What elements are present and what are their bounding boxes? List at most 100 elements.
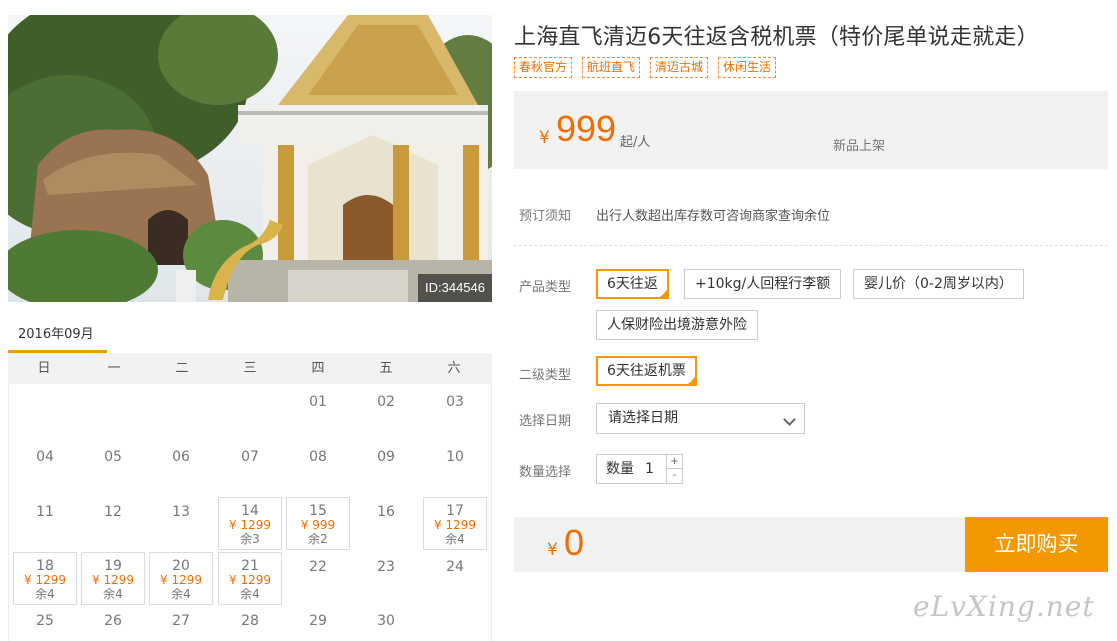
- day-number: 13: [172, 504, 190, 520]
- day-remaining: 余3: [240, 532, 260, 546]
- divider: [514, 245, 1108, 246]
- decrement-button[interactable]: -: [666, 469, 682, 483]
- day-number: 01: [309, 394, 327, 410]
- day-number: 05: [104, 449, 122, 465]
- day-number: 19: [104, 558, 122, 574]
- quantity-stepper: 数量 1 + -: [596, 454, 683, 484]
- new-listing-label: 新品上架: [833, 139, 886, 154]
- weekday-label: 一: [107, 361, 121, 376]
- calendar-day: 27: [149, 603, 213, 641]
- calendar-day: 29: [286, 603, 350, 641]
- option-label: 6天往返: [607, 276, 658, 292]
- product-type-option-insurance[interactable]: 人保财险出境游意外险: [596, 310, 758, 340]
- day-number: 06: [172, 449, 190, 465]
- day-number: 21: [241, 558, 259, 574]
- calendar-day: 16: [354, 494, 418, 547]
- day-number: 18: [36, 558, 54, 574]
- price-amount: 999: [556, 108, 617, 149]
- selected-check-icon: ✓: [660, 289, 667, 298]
- product-type-option-luggage[interactable]: +10kg/人回程行李额: [684, 269, 842, 299]
- calendar-day: 04: [13, 439, 77, 492]
- day-number: 28: [241, 613, 259, 629]
- calendar-day: 01: [286, 384, 350, 437]
- calendar-day: 11: [13, 494, 77, 547]
- option-label: 6天往返机票: [607, 363, 686, 379]
- booking-notice-text: 出行人数超出库存数可咨询商家查询余位: [596, 209, 831, 224]
- buy-now-button[interactable]: 立即购买: [965, 517, 1108, 572]
- calendar-day: 12: [81, 494, 145, 547]
- day-price: ¥ 999: [300, 518, 336, 532]
- calendar-day-available[interactable]: 17 ¥ 1299 余4: [423, 497, 487, 550]
- calendar-weekday-header: 日一二三四五六: [8, 353, 492, 384]
- product-type-option-6day[interactable]: 6天往返 ✓: [596, 269, 669, 299]
- calendar-day: 28: [218, 603, 282, 641]
- weekday-label: 六: [447, 361, 461, 376]
- day-price: ¥ 1299: [434, 518, 476, 532]
- day-remaining: 余2: [308, 532, 328, 546]
- date-select[interactable]: 请选择日期: [596, 403, 805, 434]
- day-number: 12: [104, 504, 122, 520]
- day-remaining: 余4: [240, 587, 260, 601]
- product-tag: 清迈古城: [650, 57, 709, 78]
- day-number: 20: [172, 558, 190, 574]
- calendar-day-available[interactable]: 15 ¥ 999 余2: [286, 497, 350, 550]
- product-type-option-infant[interactable]: 婴儿价（0-2周岁以内）: [853, 269, 1024, 299]
- chevron-down-icon: [783, 413, 796, 426]
- weekday-label: 三: [243, 361, 257, 376]
- calendar-month-tab[interactable]: 2016年09月: [18, 323, 94, 342]
- calendar-day-available[interactable]: 18 ¥ 1299 余4: [13, 552, 77, 605]
- day-number: 08: [309, 449, 327, 465]
- calendar-grid: 01 02 03 04 05 06 07 08 09 10 11 12 13 14 ¥ 1299 余3 15 ¥ …: [8, 384, 492, 641]
- day-number: 04: [36, 449, 54, 465]
- calendar-day: 22: [286, 549, 350, 602]
- calendar-day-available[interactable]: 19 ¥ 1299 余4: [81, 552, 145, 605]
- day-number: 16: [377, 504, 395, 520]
- day-number: 24: [446, 559, 464, 575]
- product-type-label: 产品类型: [519, 280, 572, 295]
- calendar-day-available[interactable]: 20 ¥ 1299 余4: [149, 552, 213, 605]
- day-price: ¥ 1299: [229, 518, 271, 532]
- day-number: 23: [377, 559, 395, 575]
- calendar-day: 30: [354, 603, 418, 641]
- quantity-input[interactable]: 1: [645, 455, 654, 483]
- price-panel: ¥ 999 起/人 新品上架: [514, 91, 1108, 169]
- day-number: 14: [241, 503, 259, 519]
- calendar-day-available[interactable]: 14 ¥ 1299 余3: [218, 497, 282, 550]
- day-number: 09: [377, 449, 395, 465]
- date-placeholder: 请选择日期: [608, 410, 678, 426]
- calendar-day: 24: [423, 549, 487, 602]
- date-label: 选择日期: [519, 414, 572, 429]
- day-price: ¥ 1299: [229, 573, 271, 587]
- calendar-day: 23: [354, 549, 418, 602]
- calendar-day: 06: [149, 439, 213, 492]
- product-tag: 航班直飞: [582, 57, 641, 78]
- calendar-day: 05: [81, 439, 145, 492]
- weekday-label: 日: [37, 361, 51, 376]
- weekday-label: 五: [379, 361, 393, 376]
- calendar-day: 09: [354, 439, 418, 492]
- product-title: 上海直飞清迈6天往返含税机票（特价尾单说走就走）: [514, 25, 1039, 50]
- total-amount: 0: [564, 522, 585, 563]
- day-price: ¥ 1299: [24, 573, 66, 587]
- product-tag: 休闲生活: [718, 57, 777, 78]
- day-price: ¥ 1299: [92, 573, 134, 587]
- calendar-day: 08: [286, 439, 350, 492]
- day-number: 29: [309, 613, 327, 629]
- calendar-day-available[interactable]: 21 ¥ 1299 余4: [218, 552, 282, 605]
- calendar-day: 03: [423, 384, 487, 437]
- price-currency: ¥: [539, 128, 550, 148]
- temple-image: [8, 15, 492, 302]
- day-number: 27: [172, 613, 190, 629]
- day-remaining: 余4: [171, 587, 191, 601]
- calendar-day: 26: [81, 603, 145, 641]
- watermark-logo: eLvXing.net: [913, 590, 1095, 623]
- quantity-field-label: 数量: [606, 461, 634, 477]
- day-number: 15: [309, 503, 327, 519]
- increment-button[interactable]: +: [666, 455, 682, 469]
- weekday-label: 二: [175, 361, 189, 376]
- day-price: ¥ 1299: [160, 573, 202, 587]
- price-unit: 起/人: [620, 135, 651, 150]
- sub-type-option-6day-ticket[interactable]: 6天往返机票 ✓: [596, 356, 697, 386]
- quantity-label: 数量选择: [519, 465, 572, 480]
- calendar-day: 13: [149, 494, 213, 547]
